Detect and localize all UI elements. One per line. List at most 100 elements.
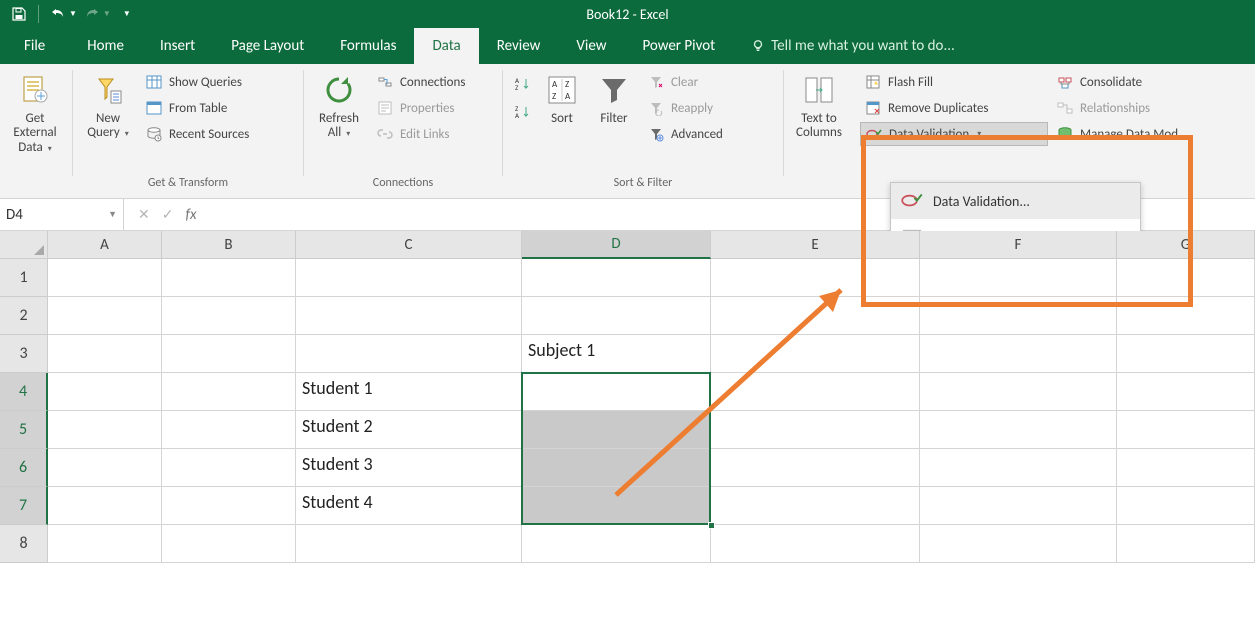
tab-view[interactable]: View bbox=[558, 28, 624, 64]
cell[interactable] bbox=[920, 411, 1117, 449]
col-header-g[interactable]: G bbox=[1117, 231, 1255, 259]
tab-home[interactable]: Home bbox=[69, 28, 142, 64]
tab-page-layout[interactable]: Page Layout bbox=[213, 28, 322, 64]
sort-asc-button[interactable]: AZ bbox=[509, 72, 535, 96]
cell[interactable]: Student 1 bbox=[296, 373, 522, 411]
cell[interactable] bbox=[711, 449, 920, 487]
connections-button[interactable]: Connections bbox=[372, 70, 469, 94]
cell[interactable] bbox=[1117, 525, 1255, 563]
cell[interactable] bbox=[162, 259, 296, 297]
cell[interactable] bbox=[162, 487, 296, 525]
cell[interactable] bbox=[1117, 411, 1255, 449]
row-header-1[interactable]: 1 bbox=[0, 259, 48, 297]
fx-icon[interactable]: fx bbox=[185, 206, 196, 224]
cell[interactable] bbox=[522, 449, 711, 487]
cell[interactable] bbox=[1117, 259, 1255, 297]
cancel-icon[interactable]: ✕ bbox=[138, 206, 150, 223]
cell[interactable] bbox=[920, 449, 1117, 487]
cell[interactable] bbox=[162, 525, 296, 563]
spreadsheet-grid[interactable]: A B C D E F G 1 2 3Subject 1 4Student 1 … bbox=[0, 231, 1255, 563]
cell[interactable] bbox=[48, 335, 162, 373]
cell[interactable] bbox=[48, 411, 162, 449]
row-header-5[interactable]: 5 bbox=[0, 411, 48, 449]
cell[interactable] bbox=[1117, 297, 1255, 335]
recent-sources-button[interactable]: Recent Sources bbox=[141, 122, 253, 146]
cell[interactable] bbox=[522, 373, 711, 411]
row-header-8[interactable]: 8 bbox=[0, 525, 48, 563]
row-header-4[interactable]: 4 bbox=[0, 373, 48, 411]
remove-duplicates-button[interactable]: Remove Duplicates bbox=[860, 96, 1048, 120]
from-table-button[interactable]: From Table bbox=[141, 96, 253, 120]
tab-data[interactable]: Data bbox=[414, 28, 478, 64]
tab-review[interactable]: Review bbox=[479, 28, 559, 64]
cell[interactable] bbox=[711, 525, 920, 563]
row-header-2[interactable]: 2 bbox=[0, 297, 48, 335]
cell[interactable] bbox=[162, 449, 296, 487]
show-queries-button[interactable]: Show Queries bbox=[141, 70, 253, 94]
cell[interactable] bbox=[162, 297, 296, 335]
refresh-all-button[interactable]: Refresh All ▾ bbox=[308, 68, 370, 145]
sort-desc-button[interactable]: ZA bbox=[509, 100, 535, 124]
text-to-columns-button[interactable]: Text to Columns bbox=[788, 68, 850, 145]
cell[interactable] bbox=[296, 259, 522, 297]
cell[interactable] bbox=[296, 297, 522, 335]
cell[interactable]: Student 4 bbox=[296, 487, 522, 525]
col-header-f[interactable]: F bbox=[920, 231, 1117, 259]
cell[interactable] bbox=[711, 487, 920, 525]
select-all-corner[interactable] bbox=[0, 231, 48, 259]
new-query-button[interactable]: New Query ▾ bbox=[77, 68, 139, 145]
dd-data-validation[interactable]: Data Validation... bbox=[891, 183, 1140, 219]
cell[interactable] bbox=[1117, 449, 1255, 487]
cell[interactable] bbox=[1117, 373, 1255, 411]
row-header-6[interactable]: 6 bbox=[0, 449, 48, 487]
col-header-e[interactable]: E bbox=[711, 231, 920, 259]
cell[interactable] bbox=[522, 411, 711, 449]
col-header-b[interactable]: B bbox=[162, 231, 296, 259]
cell[interactable] bbox=[920, 487, 1117, 525]
cell[interactable] bbox=[920, 297, 1117, 335]
cell[interactable] bbox=[711, 373, 920, 411]
cell[interactable] bbox=[296, 525, 522, 563]
cell[interactable] bbox=[162, 335, 296, 373]
tab-power-pivot[interactable]: Power Pivot bbox=[624, 28, 733, 64]
consolidate-button[interactable]: Consolidate bbox=[1052, 70, 1178, 94]
tab-formulas[interactable]: Formulas bbox=[322, 28, 414, 64]
cell[interactable] bbox=[48, 297, 162, 335]
filter-button[interactable]: Filter bbox=[587, 68, 641, 130]
cell[interactable] bbox=[48, 373, 162, 411]
cell[interactable] bbox=[522, 487, 711, 525]
cell[interactable] bbox=[162, 411, 296, 449]
col-header-d[interactable]: D bbox=[522, 231, 711, 259]
manage-data-model-button[interactable]: Manage Data Mod bbox=[1052, 122, 1178, 146]
cell[interactable] bbox=[296, 335, 522, 373]
row-header-7[interactable]: 7 bbox=[0, 487, 48, 525]
cell[interactable] bbox=[711, 411, 920, 449]
cell[interactable]: Student 3 bbox=[296, 449, 522, 487]
cell[interactable] bbox=[711, 259, 920, 297]
advanced-filter-button[interactable]: Advanced bbox=[643, 122, 727, 146]
cell[interactable] bbox=[711, 297, 920, 335]
cell[interactable] bbox=[711, 335, 920, 373]
enter-icon[interactable]: ✓ bbox=[162, 206, 174, 223]
cell[interactable] bbox=[1117, 487, 1255, 525]
cell[interactable] bbox=[48, 525, 162, 563]
col-header-a[interactable]: A bbox=[48, 231, 162, 259]
cell[interactable] bbox=[920, 259, 1117, 297]
tab-insert[interactable]: Insert bbox=[142, 28, 213, 64]
cell[interactable] bbox=[48, 449, 162, 487]
sort-button[interactable]: AZZA Sort bbox=[537, 68, 587, 130]
flash-fill-button[interactable]: Flash Fill bbox=[860, 70, 1048, 94]
cell[interactable]: Subject 1 bbox=[522, 335, 711, 373]
row-header-3[interactable]: 3 bbox=[0, 335, 48, 373]
cell[interactable] bbox=[162, 373, 296, 411]
cell[interactable]: Student 2 bbox=[296, 411, 522, 449]
cell[interactable] bbox=[522, 297, 711, 335]
cell[interactable] bbox=[48, 259, 162, 297]
tell-me-search[interactable]: Tell me what you want to do... bbox=[733, 28, 955, 64]
get-external-data-button[interactable]: Get External Data ▾ bbox=[4, 68, 66, 159]
col-header-c[interactable]: C bbox=[296, 231, 522, 259]
name-box[interactable]: D4 ▼ bbox=[0, 199, 124, 230]
cell[interactable] bbox=[522, 259, 711, 297]
cell[interactable] bbox=[920, 335, 1117, 373]
cell[interactable] bbox=[48, 487, 162, 525]
